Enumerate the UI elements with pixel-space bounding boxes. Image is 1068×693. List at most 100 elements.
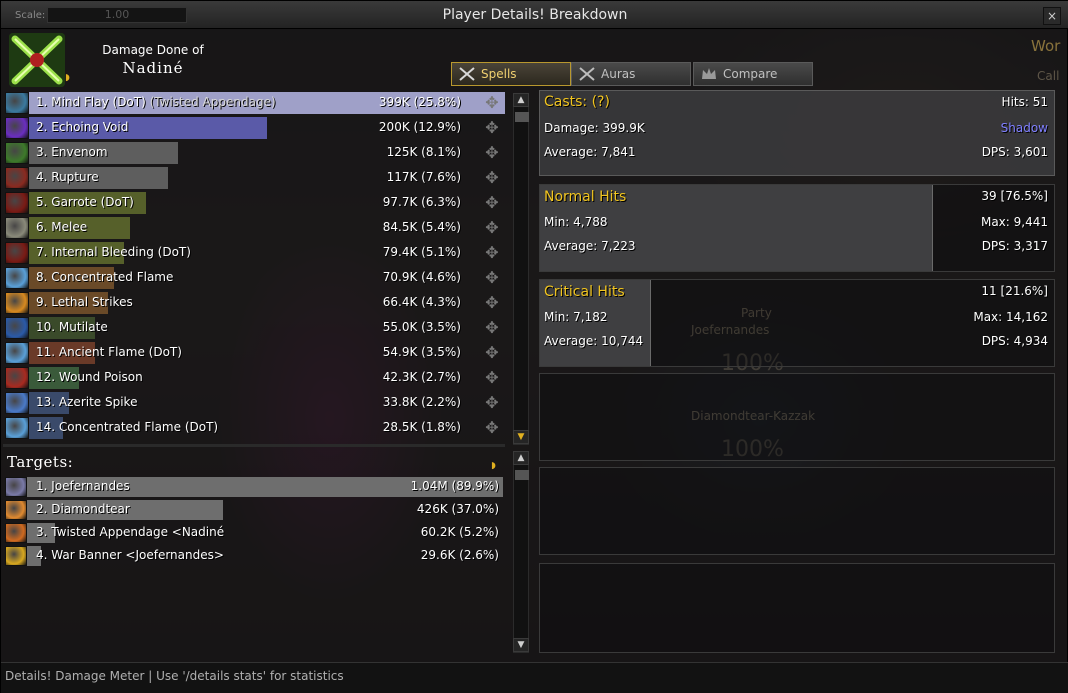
normal-hits-average: Average: 7,223 [544,239,636,253]
spell-row[interactable]: 10. Mutilate 55.0K (3.5%) ✥ [3,316,505,340]
spell-icon [5,217,29,239]
spell-rank: 5. [36,195,48,209]
spell-details-icon[interactable]: ✥ [483,419,501,437]
target-value: 426K (37.0%) [416,502,499,516]
spell-value: 66.4K (4.3%) [382,295,461,309]
spell-label: Mind Flay (DoT) [51,95,146,109]
casts-hits: Hits: 51 [1001,95,1048,109]
spell-details-icon[interactable]: ✥ [483,319,501,337]
casts-panel: Casts: (?) Hits: 51 Damage: 399.9K Shado… [539,90,1055,176]
spell-details-icon[interactable]: ✥ [483,244,501,262]
spell-value: 55.0K (3.5%) [382,320,461,334]
spell-label: Rupture [51,170,99,184]
spell-details-icon[interactable]: ✥ [483,369,501,387]
header-caption: Damage Done of [102,43,204,57]
casts-average: Average: 7,841 [544,145,636,159]
spell-row[interactable]: 3. Envenom 125K (8.1%) ✥ [3,141,505,165]
spell-row[interactable]: 13. Azerite Spike 33.8K (2.2%) ✥ [3,391,505,415]
spell-details-icon[interactable]: ✥ [483,219,501,237]
spell-details-icon[interactable]: ✥ [483,269,501,287]
tab-spells-label: Spells [481,67,517,81]
spell-row[interactable]: 12. Wound Poison 42.3K (2.7%) ✥ [3,366,505,390]
target-label: Joefernandes [51,479,130,493]
target-name: 2. Diamondtear [36,502,130,516]
spell-row[interactable]: 6. Melee 84.5K (5.4%) ✥ [3,216,505,240]
critical-hits-average: Average: 10,744 [544,334,644,348]
spell-row[interactable]: 8. Concentrated Flame 70.9K (4.6%) ✥ [3,266,505,290]
spell-row[interactable]: 14. Concentrated Flame (DoT) 28.5K (1.8%)… [3,416,505,440]
scroll-thumb[interactable] [515,112,529,122]
normal-hits-title: Normal Hits [544,189,627,205]
scroll-up-button[interactable]: ▲ [513,93,529,107]
spell-label: Internal Bleeding (DoT) [51,245,191,259]
normal-hits-dps: DPS: 3,317 [981,239,1048,253]
casts-dps: DPS: 3,601 [981,145,1048,159]
spell-icon [5,167,29,189]
spell-label: Azerite Spike [58,395,138,409]
target-row[interactable]: 2. Diamondtear 426K (37.0%) [3,499,503,521]
scroll-down-button[interactable]: ▼ [513,430,529,444]
spell-value: 42.3K (2.7%) [382,370,461,384]
target-list-scrollbar[interactable]: ▲ ▼ [513,451,529,653]
spell-value: 97.7K (6.3%) [382,195,461,209]
spell-icon [5,392,29,414]
spell-name: 14. Concentrated Flame (DoT) [36,420,218,434]
spell-value: 79.4K (5.1%) [382,245,461,259]
spell-details-icon[interactable]: ✥ [483,344,501,362]
spell-name: 2. Echoing Void [36,120,128,134]
spell-row[interactable]: 11. Ancient Flame (DoT) 54.9K (3.5%) ✥ [3,341,505,365]
spell-row[interactable]: 2. Echoing Void 200K (12.9%) ✥ [3,116,505,140]
target-icon [5,546,27,566]
spell-row[interactable]: 1. Mind Flay (DoT) (Twisted Appendage) 39… [3,91,505,115]
tab-spells[interactable]: Spells [451,62,571,86]
spell-row[interactable]: 7. Internal Bleeding (DoT) 79.4K (5.1%) ✥ [3,241,505,265]
spell-value: 33.8K (2.2%) [382,395,461,409]
spell-details-icon[interactable]: ✥ [483,94,501,112]
spell-list-scrollbar[interactable]: ▲ ▼ [513,93,529,445]
spell-row[interactable]: 9. Lethal Strikes 66.4K (4.3%) ✥ [3,291,505,315]
target-row[interactable]: 1. Joefernandes 1.04M (89.9%) [3,476,503,498]
spell-details-icon[interactable]: ✥ [483,119,501,137]
target-row[interactable]: 3. Twisted Appendage <Nadiné 60.2K (5.2%) [3,522,503,544]
target-name: 3. Twisted Appendage <Nadiné [36,525,224,539]
spell-details-icon[interactable]: ✥ [483,169,501,187]
spell-name: 8. Concentrated Flame [36,270,173,284]
spell-rank: 13. [36,395,56,409]
spell-value: 54.9K (3.5%) [382,345,461,359]
spell-name: 5. Garrote (DoT) [36,195,134,209]
target-value: 1.04M (89.9%) [410,479,499,493]
target-row[interactable]: 4. War Banner <Joefernandes> 29.6K (2.6%) [3,545,503,567]
title-bar[interactable]: Scale: 1.00 Player Details! Breakdown × [1,1,1068,29]
status-bar: Details! Damage Meter | Use '/details st… [1,662,1068,693]
target-icon [5,500,27,520]
critical-hits-title: Critical Hits [544,284,625,300]
spell-details-icon[interactable]: ✥ [483,294,501,312]
target-name: 4. War Banner <Joefernandes> [36,548,224,562]
spell-icon [5,367,29,389]
spell-row[interactable]: 4. Rupture 117K (7.6%) ✥ [3,166,505,190]
tab-auras[interactable]: Auras [571,62,691,86]
spell-details-icon[interactable]: ✥ [483,144,501,162]
spell-rank: 12. [36,370,56,384]
target-rank: 1. [36,479,48,493]
normal-hits-panel: Normal Hits 39 [76.5%] Min: 4,788 Max: 9… [539,184,1055,272]
close-button[interactable]: × [1043,7,1061,25]
spell-label: Envenom [51,145,108,159]
scroll-up-button[interactable]: ▲ [513,451,529,465]
targets-heading: Targets: [7,453,74,471]
tab-compare[interactable]: Compare [693,62,813,86]
window-title: Player Details! Breakdown [442,7,628,23]
spell-name: 3. Envenom [36,145,108,159]
spell-details-icon[interactable]: ✥ [483,194,501,212]
scroll-thumb[interactable] [515,470,529,480]
spell-rank: 3. [36,145,48,159]
spell-label: Ancient Flame (DoT) [58,345,182,359]
target-rank: 3. [36,525,48,539]
scroll-down-button[interactable]: ▼ [513,638,529,652]
spell-details-icon[interactable]: ✥ [483,394,501,412]
targets-report-icon[interactable]: ◗ [491,461,501,471]
spell-row[interactable]: 5. Garrote (DoT) 97.7K (6.3%) ✥ [3,191,505,215]
spell-name: 10. Mutilate [36,320,108,334]
report-icon[interactable]: ◗ [65,73,75,83]
critical-hits-count: 11 [21.6%] [981,284,1048,298]
